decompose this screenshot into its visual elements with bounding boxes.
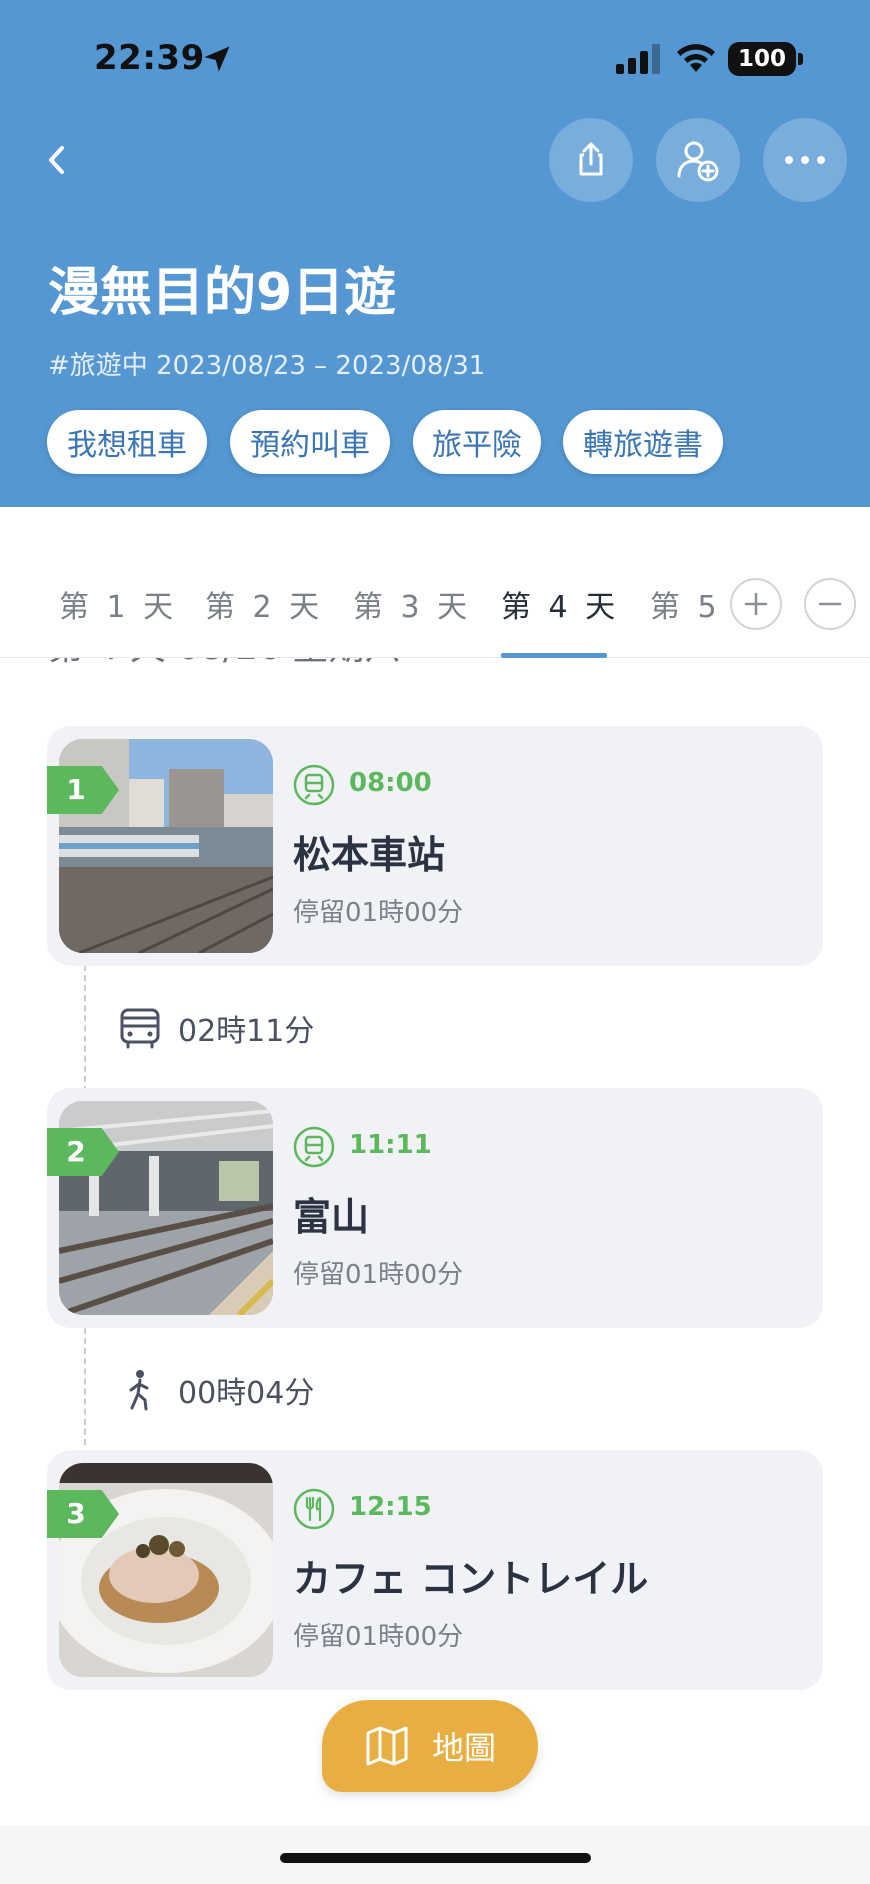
home-indicator[interactable] bbox=[280, 1853, 591, 1863]
trip-header: 22:39 100 漫無目的9日遊 #旅遊中 2023/08/23 – 2023… bbox=[0, 0, 870, 507]
plus-icon bbox=[744, 592, 768, 616]
map-icon bbox=[366, 1726, 408, 1766]
add-day-button[interactable] bbox=[730, 578, 782, 630]
convert-travel-book-chip[interactable]: 轉旅遊書 bbox=[563, 410, 723, 474]
remove-day-button[interactable] bbox=[804, 578, 856, 630]
tab-day-5[interactable]: 第 5 天 bbox=[650, 582, 722, 626]
stay-duration: 停留01時00分 bbox=[293, 1260, 464, 1290]
itinerary-card[interactable]: 3 12:15 カフェ コントレイル 停留01時00分 bbox=[47, 1450, 823, 1690]
stop-number-badge: 1 bbox=[47, 766, 119, 814]
add-person-icon bbox=[677, 141, 719, 182]
walk-icon bbox=[129, 1370, 149, 1411]
arrival-time: 08:00 bbox=[349, 768, 432, 798]
train-icon bbox=[293, 764, 335, 806]
wifi-icon bbox=[677, 44, 715, 72]
more-options-button[interactable] bbox=[763, 118, 847, 202]
day-tab-bar: 第 1 天 第 2 天 第 3 天 第 4 天 第 5 天 bbox=[0, 560, 870, 658]
stop-number-badge: 2 bbox=[47, 1128, 119, 1176]
transit-segment[interactable]: 02時11分 bbox=[118, 1003, 314, 1053]
rent-car-chip[interactable]: 我想租車 bbox=[47, 410, 207, 474]
map-button[interactable]: 地圖 bbox=[322, 1700, 538, 1792]
map-button-label: 地圖 bbox=[431, 1729, 496, 1767]
train-icon bbox=[293, 1126, 335, 1168]
transit-duration: 00時04分 bbox=[178, 1376, 315, 1411]
stay-duration: 停留01時00分 bbox=[293, 1622, 464, 1652]
tab-day-1[interactable]: 第 1 天 bbox=[59, 582, 177, 626]
transit-segment[interactable]: 00時04分 bbox=[118, 1365, 314, 1415]
add-member-button[interactable] bbox=[656, 118, 740, 202]
stop-number-badge: 3 bbox=[47, 1490, 119, 1538]
tab-day-4[interactable]: 第 4 天 bbox=[501, 582, 619, 626]
arrival-time: 11:11 bbox=[349, 1130, 432, 1160]
itinerary-card[interactable]: 2 11:11 富山 停留01時00分 bbox=[47, 1088, 823, 1328]
stay-duration: 停留01時00分 bbox=[293, 898, 464, 928]
back-chevron-icon[interactable] bbox=[42, 138, 72, 182]
active-tab-indicator bbox=[501, 653, 607, 658]
cellular-signal-icon bbox=[616, 44, 660, 74]
travel-insurance-chip[interactable]: 旅平險 bbox=[413, 410, 541, 474]
share-icon bbox=[579, 142, 603, 176]
place-name: 松本車站 bbox=[293, 833, 446, 877]
book-taxi-chip[interactable]: 預約叫車 bbox=[230, 410, 390, 474]
trip-status-dates: #旅遊中 2023/08/23 – 2023/08/31 bbox=[48, 351, 486, 381]
battery-indicator: 100 bbox=[728, 42, 803, 76]
share-button[interactable] bbox=[549, 118, 633, 202]
ellipsis-icon bbox=[785, 156, 825, 164]
place-name: カフェ コントレイル bbox=[293, 1557, 649, 1601]
arrival-time: 12:15 bbox=[349, 1492, 432, 1522]
itinerary-card[interactable]: 1 08:00 松本車站 停留01時00分 bbox=[47, 726, 823, 966]
status-time: 22:39 bbox=[94, 38, 205, 78]
trip-title: 漫無目的9日遊 bbox=[48, 263, 397, 323]
tab-day-2[interactable]: 第 2 天 bbox=[205, 582, 323, 626]
restaurant-icon bbox=[293, 1488, 335, 1530]
tab-day-3[interactable]: 第 3 天 bbox=[353, 582, 471, 626]
location-arrow-icon bbox=[204, 46, 230, 72]
transit-duration: 02時11分 bbox=[178, 1014, 315, 1049]
bus-icon bbox=[120, 1008, 160, 1049]
place-name: 富山 bbox=[293, 1195, 370, 1239]
minus-icon bbox=[818, 602, 842, 606]
